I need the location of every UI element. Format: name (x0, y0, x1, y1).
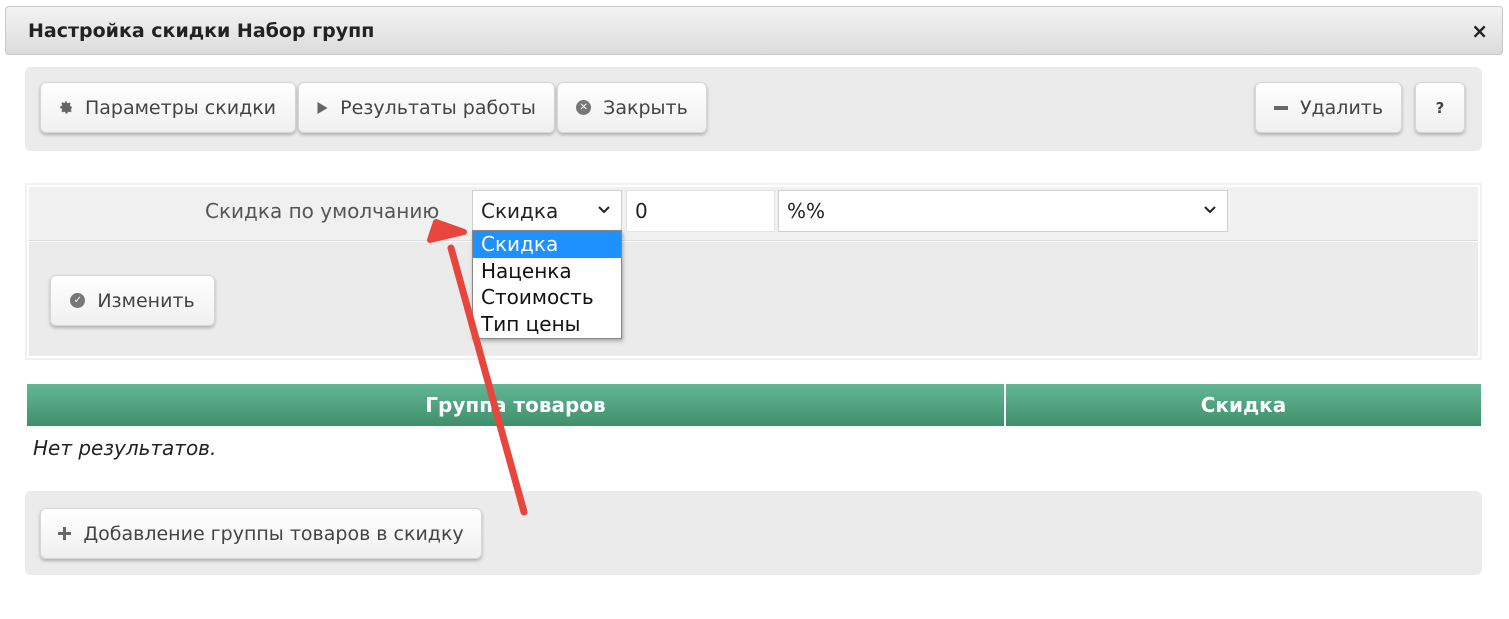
delete-button[interactable]: Удалить (1255, 82, 1402, 133)
plus-icon (58, 527, 72, 540)
close-circle-icon: ✕ (576, 100, 592, 115)
close-button[interactable]: ✕ Закрыть (557, 82, 707, 133)
work-results-label: Результаты работы (340, 96, 536, 119)
dropdown-option-discount[interactable]: Скидка (473, 231, 621, 258)
delete-button-label: Удалить (1299, 96, 1384, 119)
discount-params-label: Параметры скидки (84, 96, 277, 119)
dialog-title: Настройка скидки Набор групп (28, 20, 375, 42)
add-product-group-label: Добавление группы товаров в скидку (83, 522, 464, 545)
gear-icon (60, 101, 73, 114)
column-header-group[interactable]: Группа товаров (27, 384, 1006, 426)
check-circle-icon: ✓ (70, 293, 86, 308)
discount-type-dropdown: Скидка Наценка Стоимость Тип цены (472, 230, 622, 339)
dropdown-option-markup[interactable]: Наценка (473, 258, 621, 285)
close-icon[interactable]: × (1471, 19, 1488, 43)
work-results-button[interactable]: Результаты работы (298, 82, 555, 133)
dialog-titlebar: Настройка скидки Набор групп × (5, 6, 1503, 55)
column-header-discount[interactable]: Скидка (1006, 384, 1481, 426)
discount-type-select[interactable]: Скидка (472, 190, 622, 232)
form-actions-row: ✓ Изменить (29, 242, 1478, 356)
change-button[interactable]: ✓ Изменить (50, 275, 215, 326)
footer-toolbar: Добавление группы товаров в скидку (25, 491, 1482, 575)
discount-unit-value: %% (787, 199, 826, 223)
close-button-label: Закрыть (603, 96, 688, 119)
discount-params-button[interactable]: Параметры скидки (40, 82, 296, 133)
change-button-label: Изменить (97, 289, 195, 312)
discount-amount-value: 0 (635, 199, 648, 223)
dropdown-option-cost[interactable]: Стоимость (473, 284, 621, 311)
toolbar: Параметры скидки Результаты работы ✕ Зак… (25, 67, 1482, 151)
help-button[interactable]: ? (1415, 82, 1465, 133)
help-button-label: ? (1435, 98, 1445, 117)
dropdown-option-price-type[interactable]: Тип цены (473, 311, 621, 338)
discount-unit-select[interactable]: %% (778, 190, 1228, 232)
discount-amount-input[interactable]: 0 (626, 190, 775, 232)
discount-type-value: Скидка (481, 199, 559, 223)
groups-table-header: Группа товаров Скидка (27, 384, 1481, 426)
empty-table-message: Нет результатов. (33, 436, 217, 460)
chevron-down-icon (598, 206, 610, 214)
chevron-down-icon (1204, 206, 1216, 214)
default-discount-label: Скидка по умолчанию (205, 199, 440, 223)
add-product-group-button[interactable]: Добавление группы товаров в скидку (40, 508, 482, 559)
minus-icon (1273, 105, 1288, 110)
play-icon (317, 101, 328, 114)
